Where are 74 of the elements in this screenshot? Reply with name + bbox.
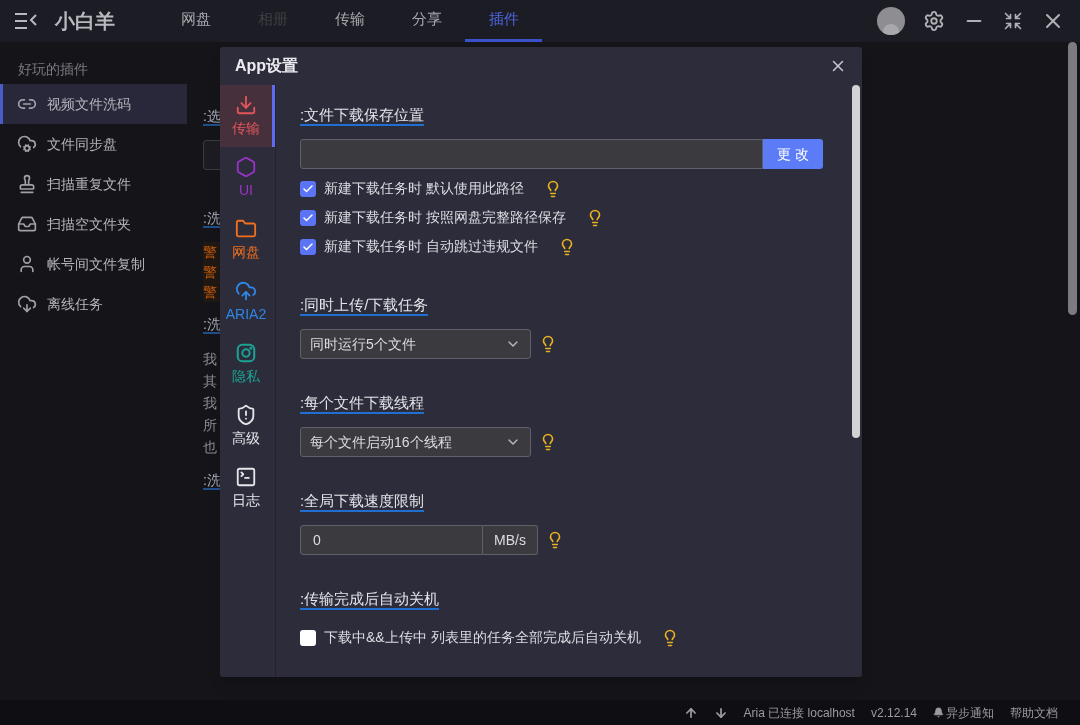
sidebar-item[interactable]: 视频文件洗码 (0, 84, 187, 124)
folder-icon (235, 217, 257, 240)
settings-tab[interactable]: ARIA2 (220, 271, 275, 333)
checkbox-label: 新建下载任务时 自动跳过违规文件 (324, 237, 538, 256)
dialog-title: App设置 (235, 56, 299, 76)
body-text: 我 (203, 394, 218, 413)
dropdown[interactable]: 同时运行5个文件 (300, 329, 531, 359)
dropdown[interactable]: 每个文件启动16个线程 (300, 427, 531, 457)
sidebar-heading: 好玩的插件 (17, 60, 89, 79)
upload-icon[interactable] (683, 705, 698, 720)
download-icon[interactable] (713, 705, 728, 720)
camera-icon (235, 341, 257, 364)
download-icon (235, 93, 257, 116)
sidebar-item[interactable]: 扫描重复文件 (0, 164, 187, 204)
sidebar-item[interactable]: 扫描空文件夹 (0, 204, 187, 244)
check-icon (302, 182, 314, 195)
change-button[interactable]: 更 改 (763, 139, 823, 169)
warning-text: 警 (203, 282, 220, 302)
help-link[interactable]: 帮助文档 (1010, 703, 1058, 722)
body-text: 也 (203, 438, 218, 457)
body-text: 我 (203, 350, 218, 369)
section-title: :文件下载保存位置 (300, 106, 425, 126)
body-text: 所 (203, 416, 218, 435)
settings-icon[interactable] (923, 10, 945, 32)
section-title: :传输完成后自动关机 (300, 590, 440, 610)
version-label: v2.12.14 (870, 704, 917, 722)
checkbox[interactable] (300, 180, 316, 197)
user-icon (17, 254, 37, 274)
nav-tab[interactable]: 分享 (388, 0, 465, 42)
nav-tab[interactable]: 插件 (465, 0, 542, 42)
menu-icon[interactable] (14, 12, 38, 30)
speed-field[interactable]: 0 (300, 525, 483, 555)
warning-text: 警 (203, 262, 220, 282)
nav-tab[interactable]: 网盘 (157, 0, 234, 42)
shield-alert-icon (235, 403, 257, 426)
checkbox[interactable] (300, 209, 316, 226)
avatar[interactable] (877, 7, 905, 35)
settings-tab[interactable]: 网盘 (220, 209, 275, 271)
connection-status: Aria 已连接 localhost (743, 704, 855, 722)
section-title: :同时上传/下载任务 (300, 296, 429, 316)
section-title: :全局下载速度限制 (300, 492, 425, 512)
inbox-icon (17, 214, 37, 234)
stamp-icon (17, 174, 37, 194)
unit-label: MB/s (483, 525, 538, 555)
bell-icon (933, 707, 944, 718)
checkbox[interactable] (300, 238, 316, 255)
scrollbar[interactable] (852, 85, 860, 438)
notify-button[interactable]: 异步通知 (933, 703, 994, 722)
body-text: 其 (203, 372, 218, 391)
section-title: :每个文件下载线程 (300, 394, 425, 414)
cloud-icon (235, 279, 257, 302)
terminal-icon (235, 465, 257, 488)
nav-tab[interactable]: 传输 (311, 0, 388, 42)
checkbox[interactable] (300, 629, 316, 646)
checkbox-label: 下载中&&上传中 列表里的任务全部完成后自动关机 (324, 628, 641, 647)
settings-tab[interactable]: 高级 (220, 395, 275, 457)
checkbox-label: 新建下载任务时 按照网盘完整路径保存 (324, 208, 566, 227)
sidebar-item[interactable]: 文件同步盘 (0, 124, 187, 164)
app-title: 小白羊 (55, 9, 115, 34)
scrollbar[interactable] (1067, 42, 1077, 315)
cloud-download-icon (17, 294, 37, 314)
cloud-sync-icon (17, 134, 37, 154)
warning-text: 警 (203, 242, 220, 262)
check-icon (302, 240, 314, 253)
settings-tab[interactable]: 隐私 (220, 333, 275, 395)
checkbox-label: 新建下载任务时 默认使用此路径 (324, 179, 524, 198)
path-field[interactable] (300, 139, 763, 169)
hexagon-icon (235, 155, 257, 178)
sidebar-item[interactable]: 帐号间文件复制 (0, 244, 187, 284)
settings-tab[interactable]: 日志 (220, 457, 275, 519)
check-icon (302, 211, 314, 224)
restore-icon[interactable] (1003, 11, 1023, 31)
sidebar-item[interactable]: 离线任务 (0, 284, 187, 324)
text-field[interactable] (203, 140, 220, 170)
